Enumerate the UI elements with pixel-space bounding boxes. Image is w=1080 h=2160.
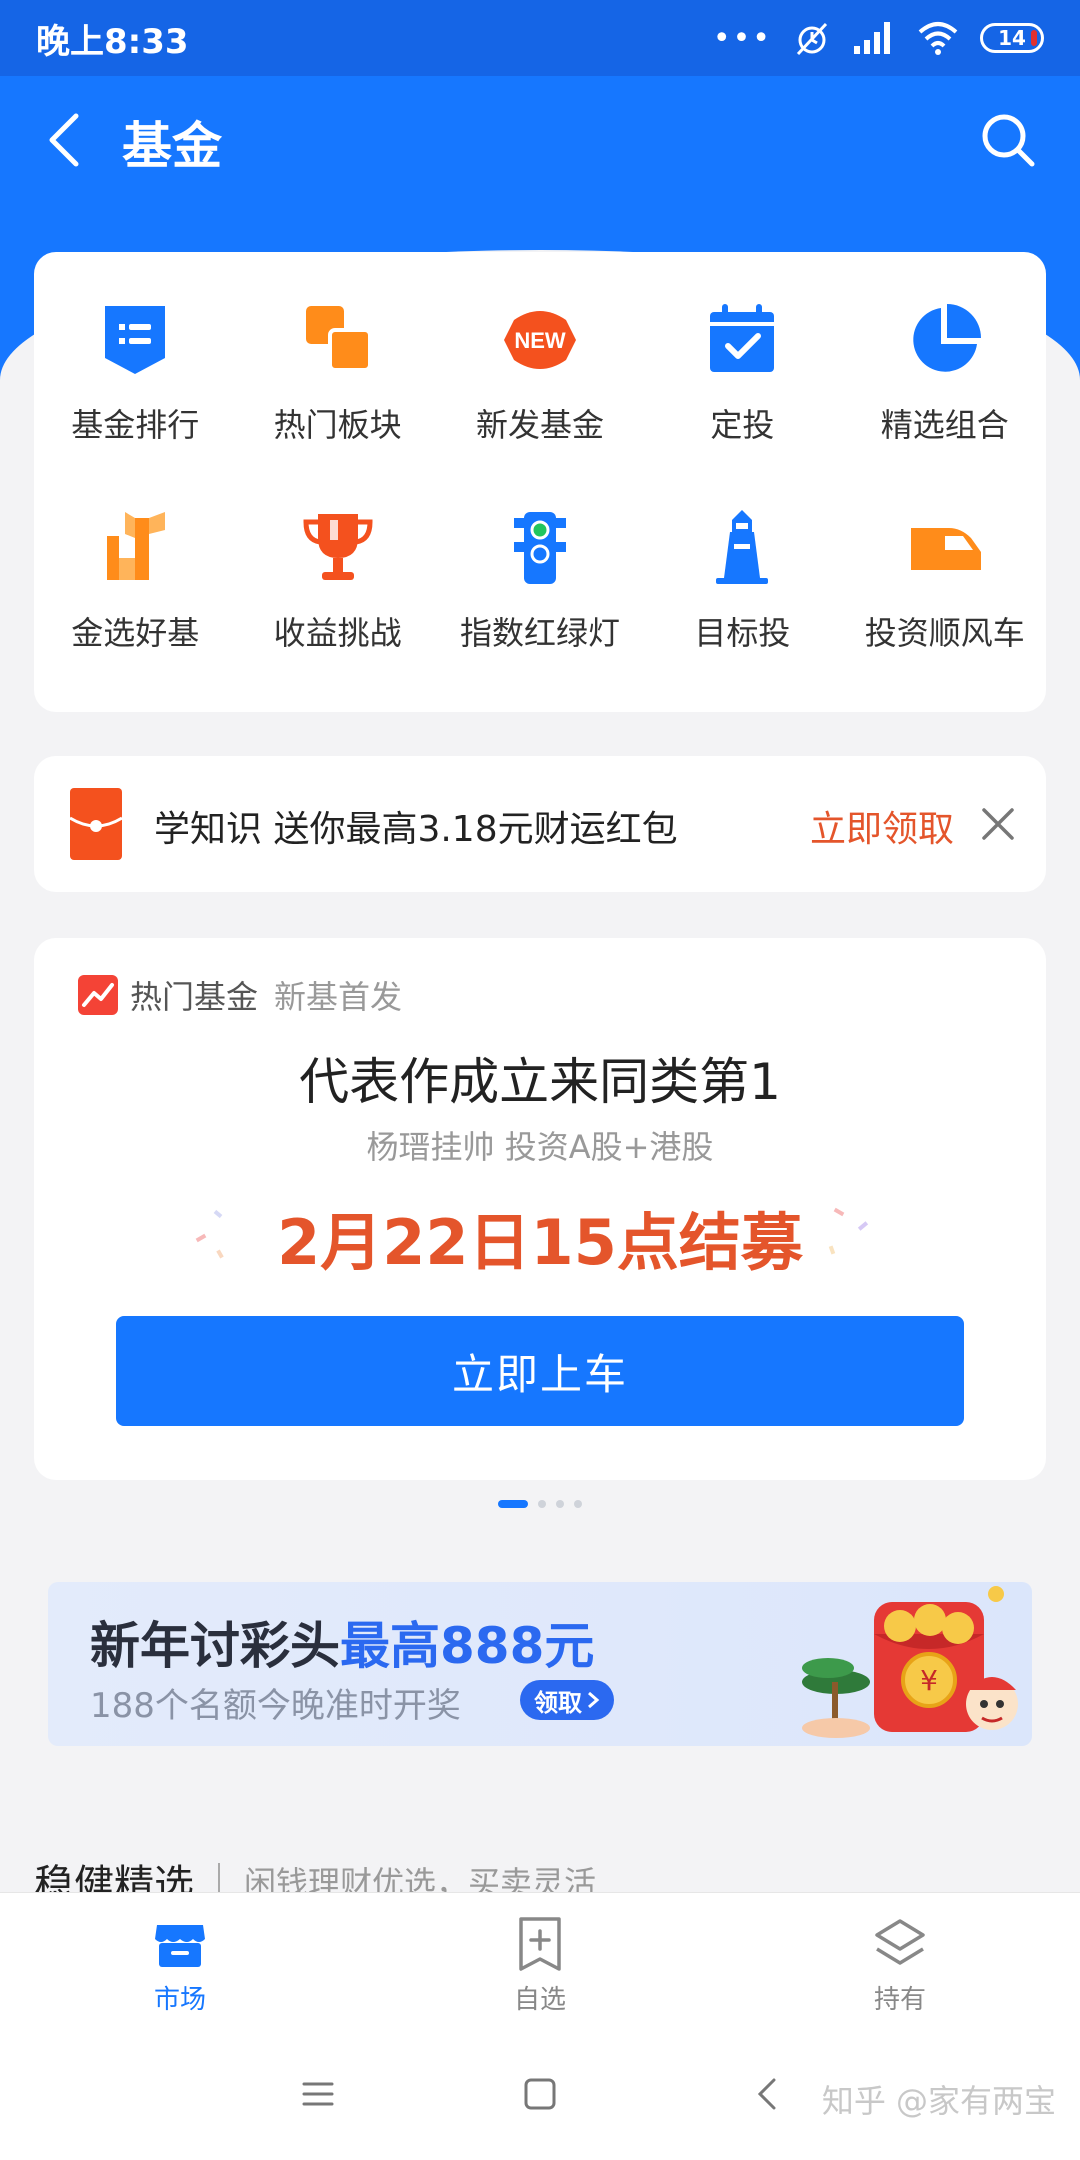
grid-label: 定投 xyxy=(710,406,775,444)
banner-title-prefix: 新年讨彩头 xyxy=(90,1617,340,1675)
grid-label: 目标投 xyxy=(694,614,791,652)
grid-label: 金选好基 xyxy=(71,614,200,652)
tab-label: 市场 xyxy=(153,1985,206,2015)
fund-headline: 代表作成立来同类第1 xyxy=(299,1053,781,1111)
fund-tag-label: 热门基金 xyxy=(130,978,259,1016)
banner-subtitle: 188个名额今晚准时开奖 xyxy=(90,1686,461,1726)
trophy-cup-icon xyxy=(107,512,166,580)
confetti-right-icon xyxy=(828,1207,869,1255)
storefront-icon xyxy=(155,1925,205,1967)
promo-bar[interactable]: 学知识 送你最高3.18元财运红包 立即领取 xyxy=(34,756,1046,892)
tab-watchlist[interactable]: 自选 xyxy=(360,1893,720,2030)
tab-label: 自选 xyxy=(513,1985,566,2015)
train-icon xyxy=(910,528,981,570)
back-icon[interactable] xyxy=(748,2074,788,2114)
tab-label: 持有 xyxy=(873,1985,926,2015)
page-title: 基金 xyxy=(122,117,222,175)
battery-indicator: 14 xyxy=(980,23,1044,53)
red-envelope-lion-illustration: ¥ xyxy=(802,1586,1018,1738)
tab-market[interactable]: 市场 xyxy=(0,1893,360,2030)
back-arrow-icon[interactable] xyxy=(40,110,94,170)
more-notifications-icon: ••• xyxy=(712,20,772,56)
grid-item-gold-picks[interactable]: 金选好基 xyxy=(34,508,236,716)
wifi-icon xyxy=(918,22,958,55)
grid-label: 精选组合 xyxy=(880,406,1009,444)
grid-label: 指数红绿灯 xyxy=(459,614,620,652)
menu-icon[interactable] xyxy=(298,2074,338,2114)
fund-close-date: 2月22日15点结募 xyxy=(277,1206,803,1279)
grid-item-fund-ranking[interactable]: 基金排行 xyxy=(34,300,236,508)
feature-grid-card: 基金排行 热门板块 NEW 新发基金 定投 精选组合 金选好基 收益挑战 指数红… xyxy=(34,252,1046,712)
status-icons: ••• 14 xyxy=(713,16,1044,60)
feature-grid: 基金排行 热门板块 NEW 新发基金 定投 精选组合 金选好基 收益挑战 指数红… xyxy=(34,252,1046,712)
promo-text: 学知识 送你最高3.18元财运红包 xyxy=(154,809,678,850)
grid-label: 收益挑战 xyxy=(273,614,402,652)
top-nav: 基金 xyxy=(0,76,1080,206)
trophy-icon xyxy=(303,514,373,580)
grid-item-goal-investment[interactable]: 目标投 xyxy=(641,508,843,716)
new-badge-icon: NEW xyxy=(503,311,576,369)
carousel-dot xyxy=(538,1500,546,1508)
tab-holdings[interactable]: 持有 xyxy=(720,1893,1080,2030)
pie-chart-icon xyxy=(913,304,981,372)
alarm-off-icon xyxy=(796,22,828,56)
banner-title-highlight: 最高888元 xyxy=(340,1617,595,1675)
close-icon[interactable] xyxy=(978,804,1018,844)
grid-item-earnings-challenge[interactable]: 收益挑战 xyxy=(236,508,438,716)
search-icon[interactable] xyxy=(980,112,1036,168)
ranking-icon xyxy=(105,306,166,374)
traffic-light-icon xyxy=(513,512,566,584)
grid-label: 投资顺风车 xyxy=(864,614,1025,652)
carousel-dot xyxy=(556,1500,564,1508)
board-now-button[interactable]: 立即上车 xyxy=(116,1316,964,1426)
grid-item-index-traffic-light[interactable]: 指数红绿灯 xyxy=(439,508,641,716)
fund-tag-sub: 新基首发 xyxy=(274,978,403,1016)
bookmark-add-icon xyxy=(519,1917,561,1971)
calendar-check-icon xyxy=(710,304,775,372)
banner-claim-button[interactable]: 领取 xyxy=(520,1680,614,1720)
fund-tag: 热门基金 新基首发 xyxy=(78,972,402,1018)
watermark: 知乎 @家有两宝 xyxy=(821,2082,1056,2120)
grid-item-fixed-investment[interactable]: 定投 xyxy=(641,300,843,508)
grid-item-portfolio[interactable]: 精选组合 xyxy=(844,300,1046,508)
banner-title: 新年讨彩头最高888元 xyxy=(90,1606,594,1678)
svg-text:¥: ¥ xyxy=(920,1664,938,1697)
carousel-indicator xyxy=(0,1500,1080,1508)
promo-claim-link[interactable]: 立即领取 xyxy=(810,800,954,852)
new-badge-text: NEW xyxy=(514,328,566,353)
hot-sectors-icon xyxy=(305,306,372,372)
status-time: 晚上8:33 xyxy=(36,22,189,62)
status-bar: 晚上8:33 ••• 14 xyxy=(0,0,1080,76)
hot-fund-card[interactable]: 热门基金 新基首发 代表作成立来同类第1 杨瑨挂帅 投资A股+港股 2月22日1… xyxy=(34,938,1046,1480)
lighthouse-icon xyxy=(716,510,769,584)
fund-subline: 杨瑨挂帅 投资A股+港股 xyxy=(366,1128,714,1166)
grid-label: 热门板块 xyxy=(273,406,402,444)
new-year-banner[interactable]: 新年讨彩头最高888元 188个名额今晚准时开奖 领取 ¥ xyxy=(48,1582,1032,1746)
grid-label: 基金排行 xyxy=(71,406,200,444)
carousel-dot xyxy=(574,1500,582,1508)
home-icon[interactable] xyxy=(520,2074,560,2114)
carousel-dot-active xyxy=(498,1500,528,1508)
chevron-right-icon xyxy=(588,1691,600,1709)
trend-up-icon xyxy=(78,975,118,1015)
signal-icon xyxy=(854,22,890,54)
red-envelope-icon xyxy=(70,788,122,860)
banner-claim-label: 领取 xyxy=(534,1688,582,1717)
grid-item-new-funds[interactable]: NEW 新发基金 xyxy=(439,300,641,508)
grid-item-hot-sectors[interactable]: 热门板块 xyxy=(236,300,438,508)
bottom-tab-bar: 市场 自选 持有 xyxy=(0,1892,1080,2030)
grid-label: 新发基金 xyxy=(475,406,604,444)
grid-item-investment-ride[interactable]: 投资顺风车 xyxy=(844,508,1046,716)
layers-icon xyxy=(875,1919,925,1965)
